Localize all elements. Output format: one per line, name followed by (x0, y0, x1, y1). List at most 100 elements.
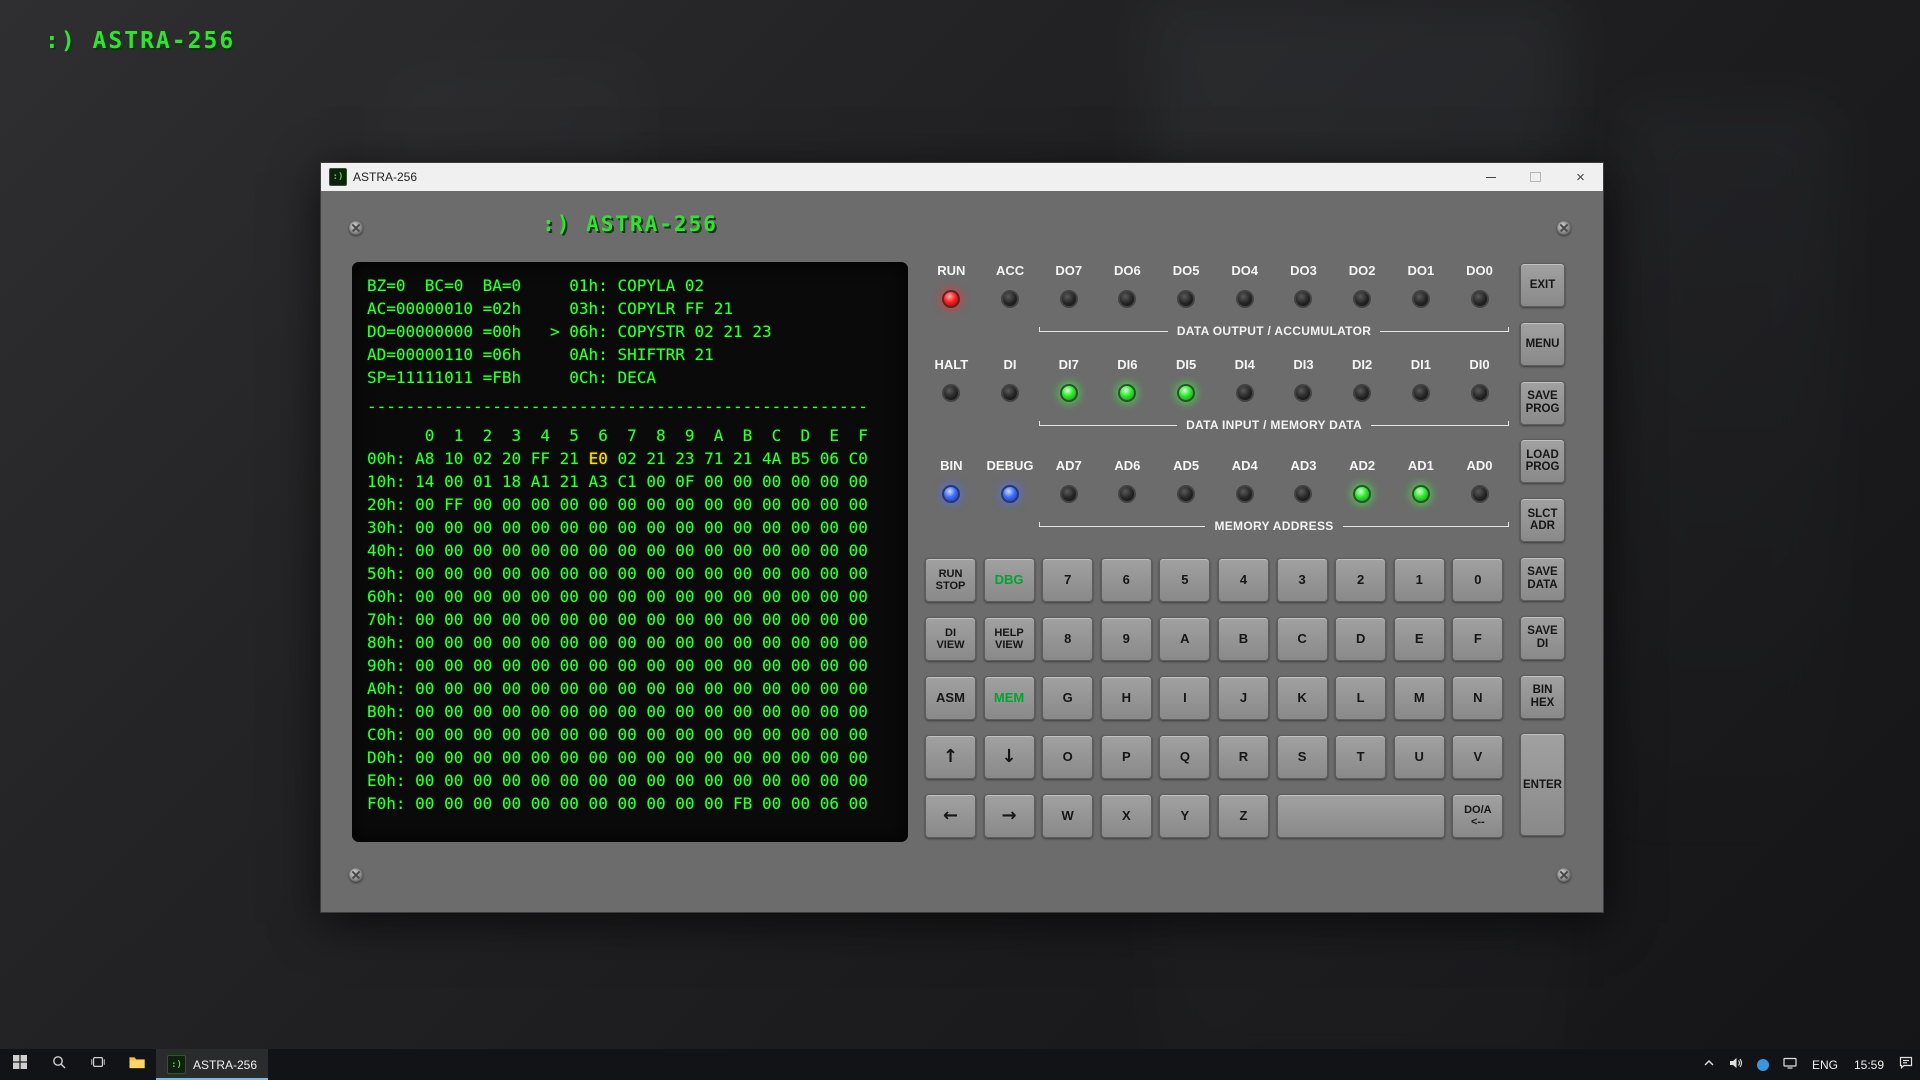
clock[interactable]: 15:59 (1846, 1049, 1892, 1080)
key-arrow-right[interactable]: → (984, 794, 1035, 838)
key-arrow-down[interactable]: ↓ (984, 735, 1035, 779)
led-debug (1001, 485, 1019, 503)
side-menu[interactable]: MENU (1520, 322, 1565, 366)
key-8[interactable]: 8 (1042, 617, 1093, 661)
led-ad6 (1118, 485, 1136, 503)
key-w[interactable]: W (1042, 794, 1093, 838)
key-j[interactable]: J (1218, 676, 1269, 720)
key-3[interactable]: 3 (1277, 558, 1328, 602)
key-9[interactable]: 9 (1101, 617, 1152, 661)
key-arrow-left[interactable]: ← (925, 794, 976, 838)
key-help-view[interactable]: HELPVIEW (984, 617, 1035, 661)
start-button[interactable] (0, 1049, 39, 1080)
key-v[interactable]: V (1452, 735, 1503, 779)
side-bin-hex[interactable]: BINHEX (1520, 675, 1565, 719)
key-i[interactable]: I (1159, 676, 1210, 720)
key-blank[interactable] (1277, 794, 1445, 838)
group-separator: MEMORY ADDRESS (1039, 519, 1509, 533)
key-arrow-up[interactable]: ↑ (925, 735, 976, 779)
side-load-prog[interactable]: LOADPROG (1520, 439, 1565, 483)
taskbar-app-button[interactable]: :) ASTRA-256 (156, 1049, 268, 1080)
folder-icon (129, 1056, 145, 1074)
search-button[interactable] (39, 1049, 78, 1080)
key-6[interactable]: 6 (1101, 558, 1152, 602)
led-group-row: HALTDIDI7DI6DI5DI4DI3DI2DI1DI0DATA INPUT… (922, 357, 1512, 432)
side-save-prog[interactable]: SAVEPROG (1520, 381, 1565, 425)
key-n[interactable]: N (1452, 676, 1503, 720)
led-label-run: RUN (922, 263, 981, 278)
file-explorer-button[interactable] (117, 1049, 156, 1080)
key-c[interactable]: C (1277, 617, 1328, 661)
key-p[interactable]: P (1101, 735, 1152, 779)
key-u[interactable]: U (1394, 735, 1445, 779)
key-dbg[interactable]: DBG (984, 558, 1035, 602)
side-enter[interactable]: ENTER (1520, 733, 1565, 836)
key-1[interactable]: 1 (1394, 558, 1445, 602)
minimize-button[interactable] (1468, 163, 1513, 191)
tray-chevron-button[interactable] (1696, 1049, 1722, 1080)
group-separator: DATA OUTPUT / ACCUMULATOR (1039, 324, 1509, 338)
led-do6 (1118, 290, 1136, 308)
key-r[interactable]: R (1218, 735, 1269, 779)
key-a[interactable]: A (1159, 617, 1210, 661)
key-y[interactable]: Y (1159, 794, 1210, 838)
notification-button[interactable] (1892, 1049, 1920, 1080)
led-di4 (1236, 384, 1254, 402)
key-s[interactable]: S (1277, 735, 1328, 779)
led-label-ad1: AD1 (1392, 458, 1451, 473)
background-decoration (1620, 100, 1840, 800)
led-label-do6: DO6 (1098, 263, 1157, 278)
key-g[interactable]: G (1042, 676, 1093, 720)
key-0[interactable]: 0 (1452, 558, 1503, 602)
key-mem[interactable]: MEM (984, 676, 1035, 720)
minimize-icon (1486, 177, 1496, 178)
key-2[interactable]: 2 (1335, 558, 1386, 602)
titlebar[interactable]: :) ASTRA-256 × (321, 163, 1603, 191)
desktop: :) ASTRA-256 :) ASTRA-256 × :) ASTRA-256… (0, 0, 1920, 1080)
led-label-do2: DO2 (1333, 263, 1392, 278)
key-e[interactable]: E (1394, 617, 1445, 661)
led-do5 (1177, 290, 1195, 308)
key-h[interactable]: H (1101, 676, 1152, 720)
key-di-view[interactable]: DIVIEW (925, 617, 976, 661)
side-save-di[interactable]: SAVEDI (1520, 616, 1565, 660)
memory-row: B0h: 00 00 00 00 00 00 00 00 00 00 00 00… (367, 700, 893, 723)
side-save-data[interactable]: SAVEDATA (1520, 557, 1565, 601)
led-group-row: BINDEBUGAD7AD6AD5AD4AD3AD2AD1AD0MEMORY A… (922, 458, 1512, 533)
led-panel: RUNACCDO7DO6DO5DO4DO3DO2DO1DO0DATA OUTPU… (922, 263, 1512, 543)
key-o[interactable]: O (1042, 735, 1093, 779)
crt-screen: BZ=0 BC=0 BA=0 01h: COPYLA 02 AC=0000001… (352, 262, 908, 842)
led-label-di1: DI1 (1392, 357, 1451, 372)
maximize-button[interactable] (1513, 163, 1558, 191)
taskbar-left: :) ASTRA-256 (0, 1049, 268, 1080)
side-slct-adr[interactable]: SLCTADR (1520, 498, 1565, 542)
close-button[interactable]: × (1558, 163, 1603, 191)
key-k[interactable]: K (1277, 676, 1328, 720)
key-f[interactable]: F (1452, 617, 1503, 661)
network-button[interactable] (1776, 1049, 1804, 1080)
notification-icon (1899, 1056, 1913, 1074)
key-5[interactable]: 5 (1159, 558, 1210, 602)
key-do-a[interactable]: DO/A<-- (1452, 794, 1503, 838)
key-b[interactable]: B (1218, 617, 1269, 661)
task-view-button[interactable] (78, 1049, 117, 1080)
side-exit[interactable]: EXIT (1520, 263, 1565, 307)
tray-app-button[interactable] (1750, 1049, 1776, 1080)
key-q[interactable]: Q (1159, 735, 1210, 779)
key-d[interactable]: D (1335, 617, 1386, 661)
key-l[interactable]: L (1335, 676, 1386, 720)
key-m[interactable]: M (1394, 676, 1445, 720)
windows-logo-icon (13, 1055, 27, 1074)
led-label-do4: DO4 (1215, 263, 1274, 278)
volume-button[interactable] (1722, 1049, 1750, 1080)
language-indicator[interactable]: ENG (1804, 1049, 1846, 1080)
led-bin (942, 485, 960, 503)
key-run-stop[interactable]: RUNSTOP (925, 558, 976, 602)
key-z[interactable]: Z (1218, 794, 1269, 838)
key-7[interactable]: 7 (1042, 558, 1093, 602)
key-t[interactable]: T (1335, 735, 1386, 779)
key-asm[interactable]: ASM (925, 676, 976, 720)
key-x[interactable]: X (1101, 794, 1152, 838)
memory-row: D0h: 00 00 00 00 00 00 00 00 00 00 00 00… (367, 746, 893, 769)
key-4[interactable]: 4 (1218, 558, 1269, 602)
